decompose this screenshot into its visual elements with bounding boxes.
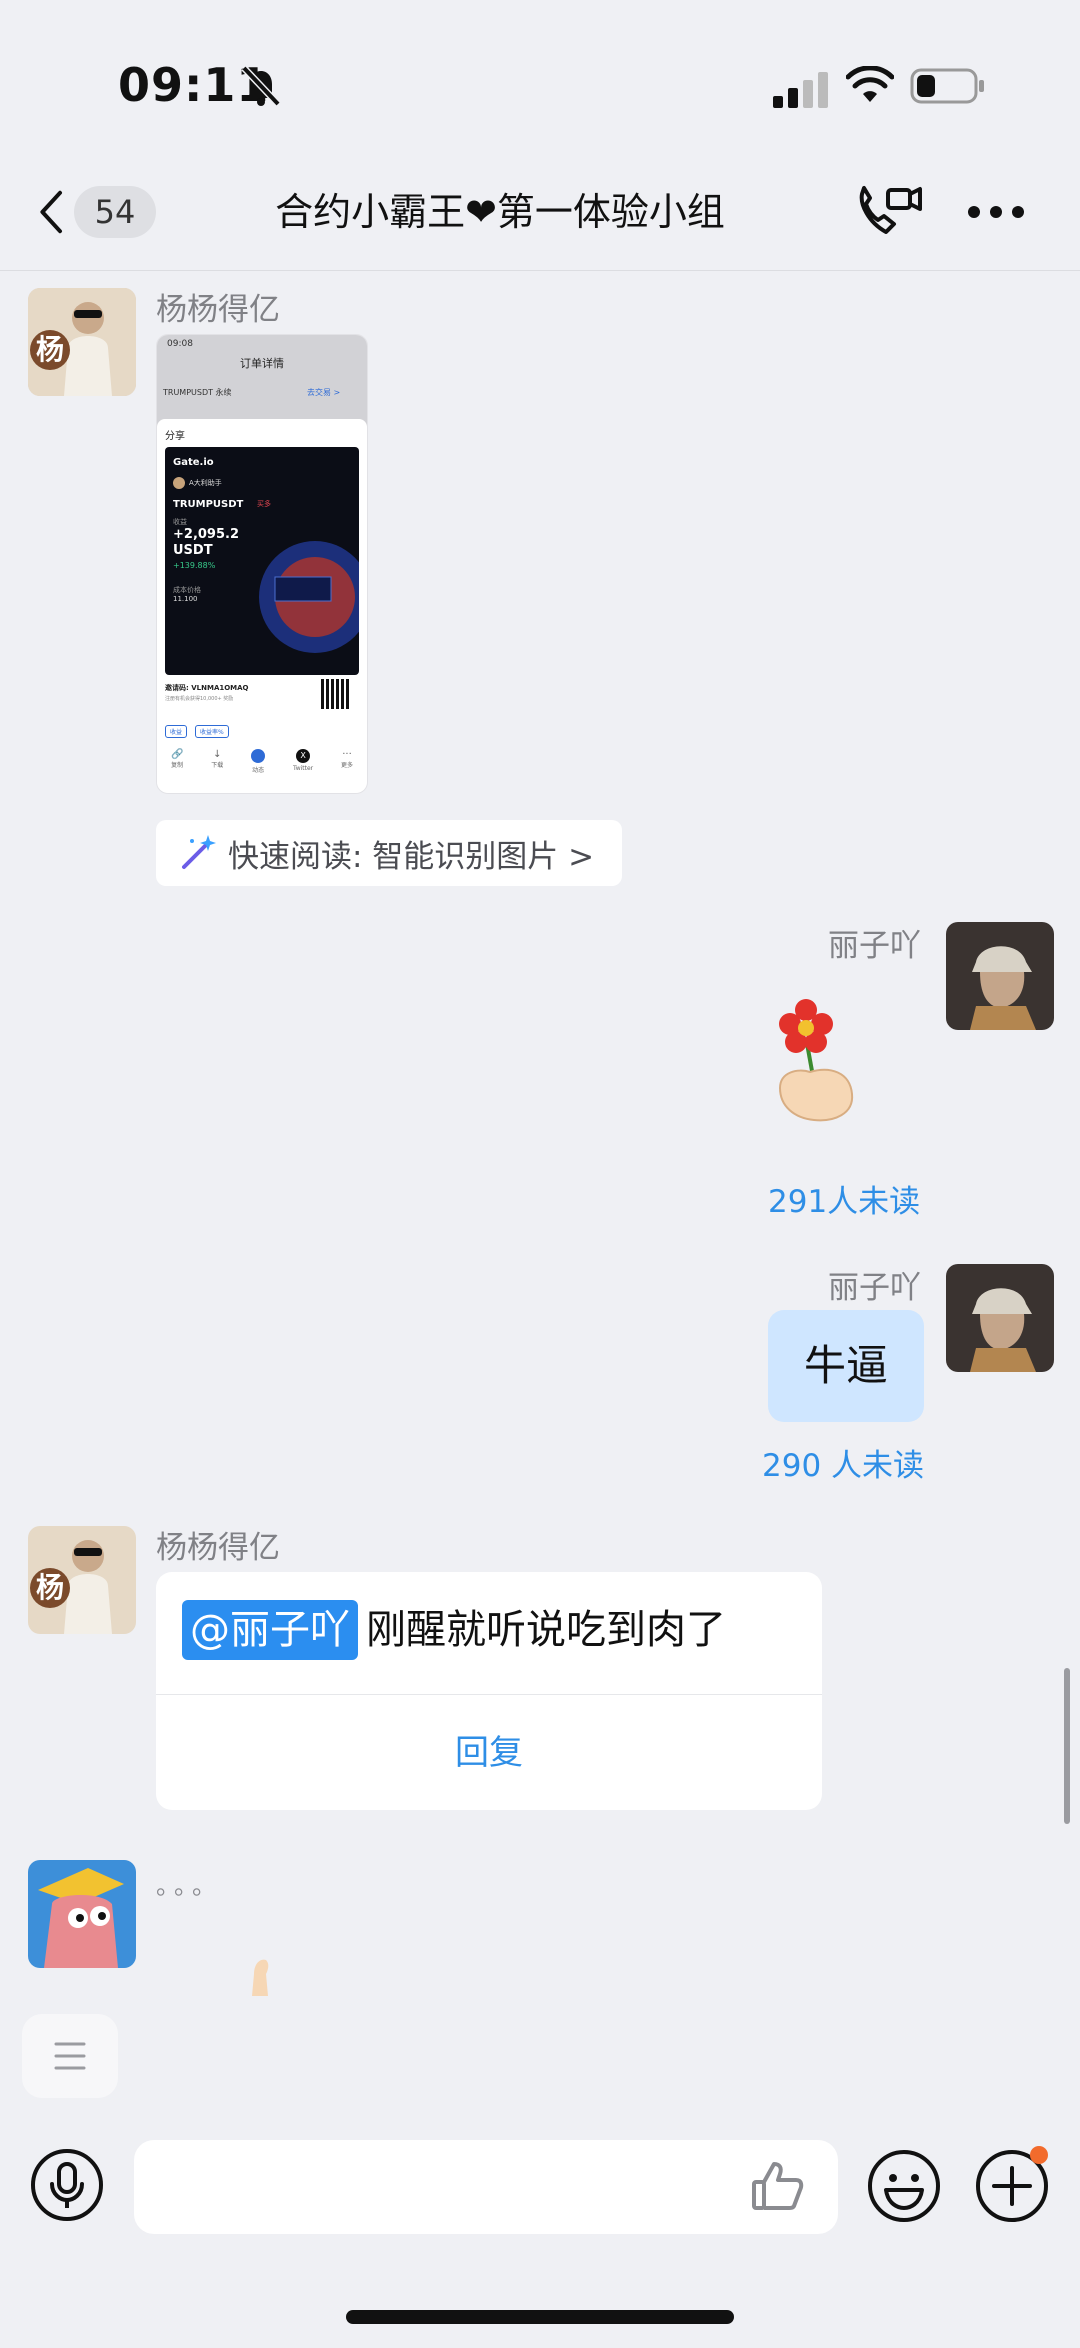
screenshot-time: 09:08 — [167, 339, 193, 349]
battery-icon — [910, 68, 984, 104]
avatar-image — [946, 922, 1054, 1030]
action-copy: 🔗 复制 — [170, 749, 184, 769]
microphone-icon[interactable] — [30, 2148, 104, 2222]
divider — [156, 1694, 822, 1695]
invite-subtext: 注册有机会获得10,000+ 奖励 — [165, 696, 234, 702]
sender-name: 丽子吖 — [828, 928, 921, 964]
read-status[interactable]: 291人未读 — [768, 1176, 920, 1221]
message-bubble[interactable]: 牛逼 — [768, 1310, 924, 1422]
avatar[interactable] — [946, 1264, 1054, 1372]
share-label: 分享 — [165, 431, 185, 442]
typing-indicator: 。。。 — [156, 1872, 222, 1900]
action-twitter: X Twitter — [293, 749, 314, 772]
chip-pnl: 收益 — [165, 725, 188, 738]
pair-name: TRUMPUSDT — [173, 499, 244, 510]
video-call-icon[interactable] — [852, 180, 924, 244]
status-bar: 09:11 — [0, 0, 1080, 160]
share-sheet: 分享 Gate.io A大利助手 TRUMPUSDT 买多 收益 +2,095.… — [157, 419, 367, 793]
screenshot-title: 订单详情 — [240, 357, 284, 370]
mention-tag[interactable]: @丽子吖 — [182, 1600, 358, 1660]
thumbs-up-icon[interactable] — [748, 2156, 808, 2216]
action-download: ↓ 下载 — [211, 749, 224, 769]
hamburger-menu-icon — [54, 2042, 86, 2070]
message-text: 刚醒就听说吃到肉了 — [366, 1607, 726, 1653]
share-actions: 🔗 复制 ↓ 下载 动态 X Twitter ··· 更多 — [157, 749, 367, 789]
notification-dot — [1030, 2146, 1048, 2164]
screenshot-header: 09:08 订单详情 TRUMPUSDT 永续 去交易 > — [157, 335, 367, 427]
more-options-icon[interactable] — [960, 180, 1032, 244]
mention-message: @丽子吖 刚醒就听说吃到肉了 — [182, 1600, 726, 1660]
quick-read-label: 快速阅读: 智能识别图片 > — [228, 838, 595, 875]
wifi-icon — [846, 66, 894, 102]
chat-title: 合约小霸王❤第一体验小组 — [275, 190, 725, 234]
pnl-unit: USDT — [173, 543, 213, 558]
magic-wand-icon — [182, 835, 216, 869]
avatar[interactable]: 杨 — [28, 1526, 136, 1634]
direction-tag: 买多 — [257, 500, 271, 508]
cellular-signal-icon — [773, 72, 828, 108]
pnl-percent: +139.88% — [173, 561, 216, 570]
share-card: Gate.io A大利助手 TRUMPUSDT 买多 收益 +2,095.2 U… — [165, 447, 359, 675]
screenshot-trade-link: 去交易 > — [307, 388, 341, 397]
user-avatar — [173, 477, 185, 489]
menu-button[interactable] — [22, 2014, 118, 2098]
sender-name: 杨杨得亿 — [156, 292, 280, 328]
home-indicator — [346, 2310, 734, 2324]
thumbs-up-sticker — [252, 1959, 269, 1996]
pnl-label: 收益 — [173, 518, 187, 526]
avatar[interactable] — [28, 1860, 136, 1968]
mention-reply-card: @丽子吖 刚醒就听说吃到肉了 回复 — [156, 1572, 822, 1810]
back-button[interactable]: 54 — [36, 180, 156, 244]
scrollbar[interactable] — [1064, 1668, 1070, 1824]
avatar[interactable] — [946, 922, 1054, 1030]
robot-graphic — [259, 541, 359, 653]
flower-sticker — [778, 999, 854, 1122]
action-more: ··· 更多 — [341, 749, 354, 769]
sender-name: 杨杨得亿 — [156, 1530, 280, 1566]
brand-name: Gate.io — [173, 457, 214, 468]
avatar-char: 杨 — [35, 333, 64, 366]
qr-code — [321, 679, 351, 709]
unread-count-badge: 54 — [74, 186, 156, 238]
avatar[interactable]: 杨 — [28, 288, 136, 396]
price-value: 11.100 — [173, 595, 198, 603]
emoji-icon[interactable] — [866, 2148, 942, 2224]
pnl-value: +2,095.2 — [173, 527, 239, 542]
user-name: A大利助手 — [189, 479, 222, 487]
bell-slash-icon — [241, 65, 281, 107]
invite-code: 邀请码: VLNMA1OMAQ — [165, 684, 249, 692]
reply-button[interactable]: 回复 — [156, 1696, 822, 1810]
action-moments: 动态 — [251, 749, 266, 789]
image-message[interactable]: 09:08 订单详情 TRUMPUSDT 永续 去交易 > 分享 Gate.io… — [156, 334, 368, 794]
avatar-char: 杨 — [35, 1571, 64, 1604]
avatar-image — [946, 1264, 1054, 1372]
chevron-left-icon — [40, 190, 62, 234]
sender-name: 丽子吖 — [828, 1270, 921, 1306]
avatar-image — [28, 1860, 136, 1968]
quick-read-button[interactable]: 快速阅读: 智能识别图片 > — [156, 820, 622, 886]
screenshot-pair-row: TRUMPUSDT 永续 — [163, 388, 232, 397]
price-label: 成本价格 — [173, 586, 201, 594]
read-status[interactable]: 290 人未读 — [762, 1440, 924, 1485]
message-input[interactable] — [134, 2140, 838, 2234]
chip-pnl-rate: 收益率% — [195, 725, 229, 738]
